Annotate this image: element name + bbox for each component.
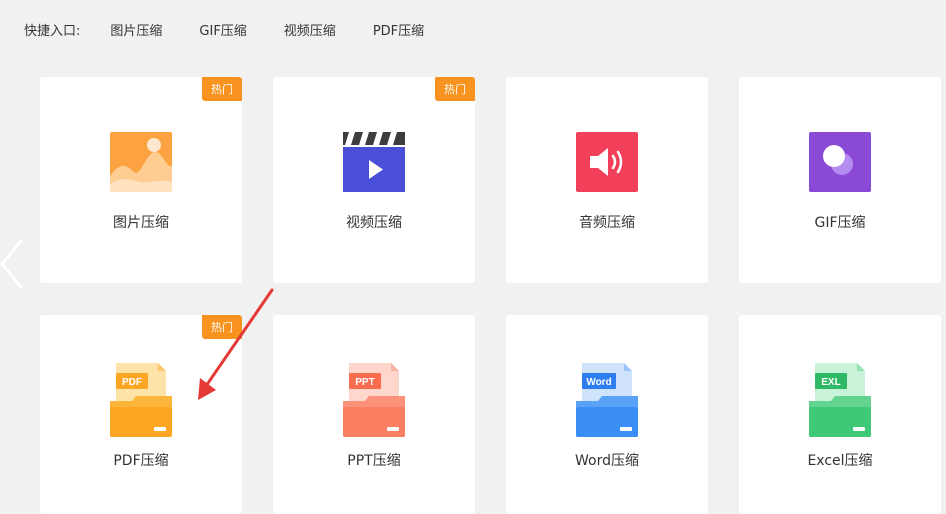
svg-text:PPT: PPT [355,377,374,388]
card-label: PDF压缩 [113,453,169,469]
pdf-file-icon: PDF [110,363,172,437]
word-file-icon: Word [576,363,638,437]
quick-link-gif[interactable]: GIF压缩 [199,20,246,39]
quick-link-pdf[interactable]: PDF压缩 [373,20,424,39]
quick-link-image[interactable]: 图片压缩 [110,20,162,39]
quick-entry-label: 快捷入口: [24,23,81,39]
card-label: 图片压缩 [113,215,169,231]
card-label: Excel压缩 [807,453,873,469]
card-label: GIF压缩 [814,215,866,231]
card-pdf-compress[interactable]: 热门 PDF PDF压缩 [40,315,242,514]
hot-badge: 热门 [202,77,242,101]
quick-link-video[interactable]: 视频压缩 [284,20,336,39]
excel-file-icon: EXL [809,363,871,437]
image-icon [110,132,172,192]
gif-icon [809,132,871,192]
card-label: Word压缩 [575,453,639,469]
card-label: 音频压缩 [579,215,635,231]
quick-entry-bar: 快捷入口: 图片压缩 GIF压缩 视频压缩 PDF压缩 [24,19,461,39]
card-gif-compress[interactable]: GIF压缩 [739,77,941,283]
card-image-compress[interactable]: 热门 图片压缩 [40,77,242,283]
video-icon [343,132,405,192]
svg-text:PDF: PDF [122,377,142,388]
card-label: PPT压缩 [347,453,401,469]
ppt-file-icon: PPT [343,363,405,437]
card-ppt-compress[interactable]: PPT PPT压缩 [273,315,475,514]
audio-icon [576,132,638,192]
svg-text:Word: Word [586,377,611,388]
hot-badge: 热门 [202,315,242,339]
card-word-compress[interactable]: Word Word压缩 [506,315,708,514]
card-excel-compress[interactable]: EXL Excel压缩 [739,315,941,514]
prev-arrow-icon[interactable] [0,238,26,290]
card-video-compress[interactable]: 热门 视频压缩 [273,77,475,283]
card-label: 视频压缩 [346,215,402,231]
hot-badge: 热门 [435,77,475,101]
svg-text:EXL: EXL [821,377,840,388]
card-audio-compress[interactable]: 音频压缩 [506,77,708,283]
